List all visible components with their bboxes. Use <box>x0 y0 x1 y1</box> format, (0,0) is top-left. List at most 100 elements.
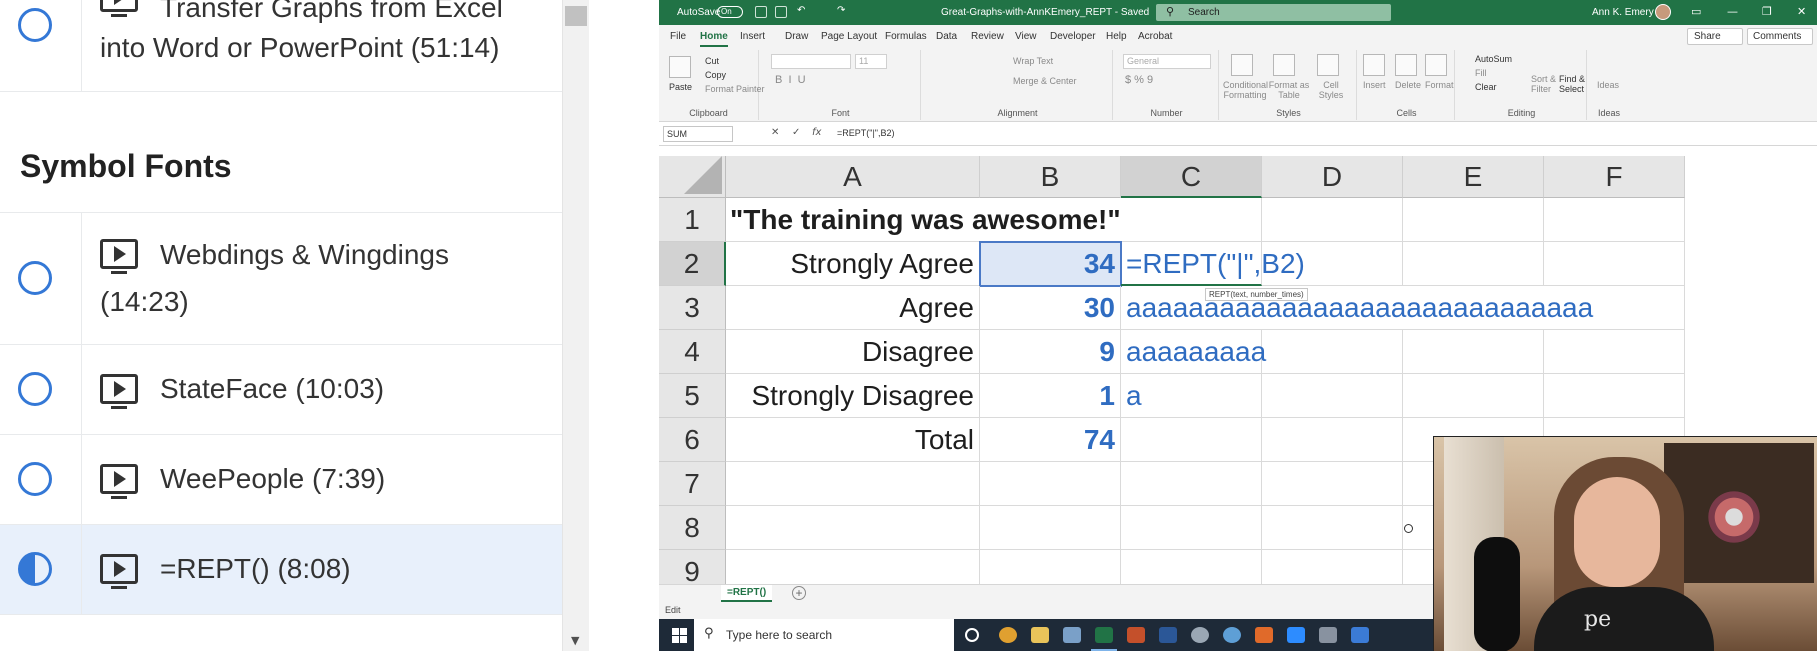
row-header[interactable]: 7 <box>659 462 726 506</box>
lesson-item[interactable]: Webdings & Wingdings (14:23) <box>0 213 562 345</box>
tab-page-layout[interactable]: Page Layout <box>821 31 877 42</box>
name-box[interactable]: SUM <box>663 126 733 142</box>
column-header-b[interactable]: B <box>980 156 1121 198</box>
tab-developer[interactable]: Developer <box>1050 31 1096 42</box>
cell-d8[interactable] <box>1262 506 1403 550</box>
font-name-field[interactable] <box>771 54 851 69</box>
lesson-item[interactable]: WeePeople (7:39) <box>0 435 562 525</box>
app-icon[interactable] <box>1223 627 1241 643</box>
chrome-icon[interactable] <box>999 627 1017 643</box>
search-box[interactable]: ⚲ Search <box>1156 4 1391 21</box>
format-cells-icon[interactable] <box>1425 54 1447 76</box>
excel-app-icon[interactable] <box>1091 627 1117 651</box>
autosave-toggle[interactable]: On <box>717 6 743 18</box>
cell-d2[interactable] <box>1262 242 1403 286</box>
windows-start-icon[interactable] <box>672 628 687 643</box>
scrollbar-thumb[interactable] <box>565 6 587 26</box>
conditional-formatting-icon[interactable] <box>1231 54 1253 76</box>
number-format-field[interactable]: General <box>1123 54 1211 69</box>
cell-c8[interactable] <box>1121 506 1262 550</box>
cell-c4[interactable]: aaaaaaaaa <box>1121 330 1266 374</box>
cell-e5[interactable] <box>1403 374 1544 418</box>
cell-f2[interactable] <box>1544 242 1685 286</box>
app-icon[interactable] <box>1191 627 1209 643</box>
row-header[interactable]: 5 <box>659 374 726 418</box>
select-all-button[interactable] <box>659 156 726 198</box>
tab-data[interactable]: Data <box>936 31 957 42</box>
copy-button[interactable]: Copy <box>705 70 726 80</box>
cell-e2[interactable] <box>1403 242 1544 286</box>
tab-acrobat[interactable]: Acrobat <box>1138 31 1172 42</box>
tab-file[interactable]: File <box>670 31 686 42</box>
format-painter-button[interactable]: Format Painter <box>705 84 765 94</box>
delete-button[interactable]: Delete <box>1395 80 1421 90</box>
cell-c6[interactable] <box>1121 418 1262 462</box>
confirm-icon[interactable]: ✓ <box>792 127 800 138</box>
cell-styles-button[interactable]: Cell Styles <box>1311 80 1351 100</box>
minimize-icon[interactable]: — <box>1727 5 1738 18</box>
lesson-item-current[interactable]: =REPT() (8:08) <box>0 525 562 615</box>
cut-button[interactable]: Cut <box>705 56 719 66</box>
row-header[interactable]: 8 <box>659 506 726 550</box>
column-header-a[interactable]: A <box>726 156 980 198</box>
tab-review[interactable]: Review <box>971 31 1004 42</box>
cell-c5[interactable]: a <box>1121 374 1262 418</box>
cell-c7[interactable] <box>1121 462 1262 506</box>
row-header[interactable]: 9 <box>659 550 726 584</box>
cell-a3[interactable]: Agree <box>726 286 980 330</box>
cell-d1[interactable] <box>1262 198 1403 242</box>
cell-f5[interactable] <box>1544 374 1685 418</box>
number-format-icons[interactable]: $ % 9 <box>1125 74 1153 86</box>
delete-cells-icon[interactable] <box>1395 54 1417 76</box>
tab-home[interactable]: Home <box>700 31 728 47</box>
save-icon[interactable] <box>755 6 767 18</box>
comments-button[interactable]: Comments <box>1747 28 1813 45</box>
ideas-button[interactable]: Ideas <box>1597 80 1619 90</box>
ribbon-display-icon[interactable]: ▭ <box>1691 5 1701 18</box>
taskbar-search[interactable]: ⚲ Type here to search <box>694 619 954 651</box>
app-icon[interactable] <box>1319 627 1337 643</box>
app-icon[interactable] <box>1351 627 1369 643</box>
font-format-icons[interactable]: B I U <box>775 74 806 86</box>
cell-b6[interactable]: 74 <box>980 418 1121 462</box>
cell-d9[interactable] <box>1262 550 1403 584</box>
column-header-e[interactable]: E <box>1403 156 1544 198</box>
format-table-icon[interactable] <box>1273 54 1295 76</box>
lesson-item[interactable]: StateFace (10:03) <box>0 345 562 435</box>
row-header[interactable]: 6 <box>659 418 726 462</box>
format-button[interactable]: Format <box>1425 80 1454 90</box>
powerpoint-app-icon[interactable] <box>1127 627 1145 643</box>
cancel-icon[interactable]: ✕ <box>771 127 779 138</box>
tab-help[interactable]: Help <box>1106 31 1127 42</box>
sort-filter-button[interactable]: Sort & Filter <box>1531 74 1559 94</box>
cell-c1[interactable] <box>1121 198 1262 242</box>
cell-a6[interactable]: Total <box>726 418 980 462</box>
cell-e4[interactable] <box>1403 330 1544 374</box>
cell-f4[interactable] <box>1544 330 1685 374</box>
cell-d7[interactable] <box>1262 462 1403 506</box>
touch-mode-icon[interactable] <box>775 6 787 18</box>
file-explorer-icon[interactable] <box>1031 627 1049 643</box>
cell-b1[interactable] <box>980 198 1121 242</box>
paste-icon[interactable] <box>669 56 691 78</box>
find-select-button[interactable]: Find & Select <box>1559 74 1589 94</box>
cell-a5[interactable]: Strongly Disagree <box>726 374 980 418</box>
row-header[interactable]: 3 <box>659 286 726 330</box>
lesson-item[interactable]: Transfer Graphs from Excel into Word or … <box>0 0 562 92</box>
insert-cells-icon[interactable] <box>1363 54 1385 76</box>
fx-icon[interactable]: fx <box>812 127 821 138</box>
zoom-icon[interactable] <box>1287 627 1305 643</box>
close-icon[interactable]: ✕ <box>1797 5 1806 18</box>
format-table-button[interactable]: Format as Table <box>1267 80 1311 100</box>
settings-app-icon[interactable] <box>1063 627 1081 643</box>
formula-input[interactable]: =REPT("|",B2) <box>837 128 895 138</box>
tab-insert[interactable]: Insert <box>740 31 765 42</box>
tab-formulas[interactable]: Formulas <box>885 31 927 42</box>
clear-button[interactable]: Clear <box>1475 82 1497 92</box>
insert-button[interactable]: Insert <box>1363 80 1386 90</box>
undo-icon[interactable]: ↶ <box>797 5 805 16</box>
cell-e1[interactable] <box>1403 198 1544 242</box>
cell-a9[interactable] <box>726 550 980 584</box>
conditional-formatting-button[interactable]: Conditional Formatting <box>1223 80 1268 100</box>
sidebar-scrollbar[interactable]: ▼ <box>562 0 589 651</box>
